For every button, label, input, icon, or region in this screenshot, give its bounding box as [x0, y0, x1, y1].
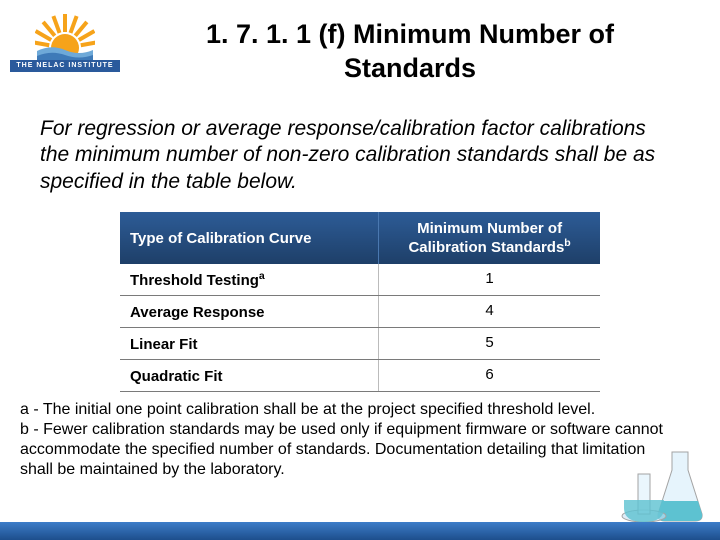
table-header-row: Type of Calibration Curve Minimum Number…: [120, 212, 600, 264]
table-cell-value: 4: [379, 296, 600, 327]
row-label: Average Response: [130, 304, 265, 321]
logo-sun-icon: [35, 10, 95, 60]
table-cell-label: Linear Fit: [120, 328, 379, 359]
row-label: Quadratic Fit: [130, 368, 223, 385]
table-header-col2-sup: b: [564, 237, 570, 249]
table-header-col2: Minimum Number of Calibration Standardsb: [379, 212, 600, 264]
slide-title: 1. 7. 1. 1 (f) Minimum Number of Standar…: [140, 18, 680, 86]
standards-table: Type of Calibration Curve Minimum Number…: [120, 212, 600, 392]
row-label: Linear Fit: [130, 336, 198, 353]
beakers-icon: [614, 446, 714, 526]
table-cell-label: Threshold Testinga: [120, 264, 379, 295]
slide: THE NELAC INSTITUTE 1. 7. 1. 1 (f) Minim…: [0, 0, 720, 540]
logo-text: THE NELAC INSTITUTE: [10, 60, 120, 72]
table-row: Linear Fit 5: [120, 328, 600, 360]
table-cell-label: Average Response: [120, 296, 379, 327]
table-header-col1: Type of Calibration Curve: [120, 212, 379, 264]
body-paragraph: For regression or average response/calib…: [40, 116, 680, 195]
table-cell-value: 1: [379, 264, 600, 295]
footnote-a: a - The initial one point calibration sh…: [20, 400, 680, 420]
table-cell-label: Quadratic Fit: [120, 360, 379, 391]
table-header-col2-text: Minimum Number of Calibration Standards: [408, 220, 564, 256]
row-sup: a: [259, 270, 265, 282]
bottom-accent-bar: [0, 522, 720, 540]
org-logo: THE NELAC INSTITUTE: [10, 10, 120, 72]
table-row: Threshold Testinga 1: [120, 264, 600, 296]
table-cell-value: 6: [379, 360, 600, 391]
row-label: Threshold Testing: [130, 272, 259, 289]
table-cell-value: 5: [379, 328, 600, 359]
footnotes: a - The initial one point calibration sh…: [20, 400, 680, 480]
table-row: Average Response 4: [120, 296, 600, 328]
table-row: Quadratic Fit 6: [120, 360, 600, 392]
footnote-b: b - Fewer calibration standards may be u…: [20, 420, 680, 480]
